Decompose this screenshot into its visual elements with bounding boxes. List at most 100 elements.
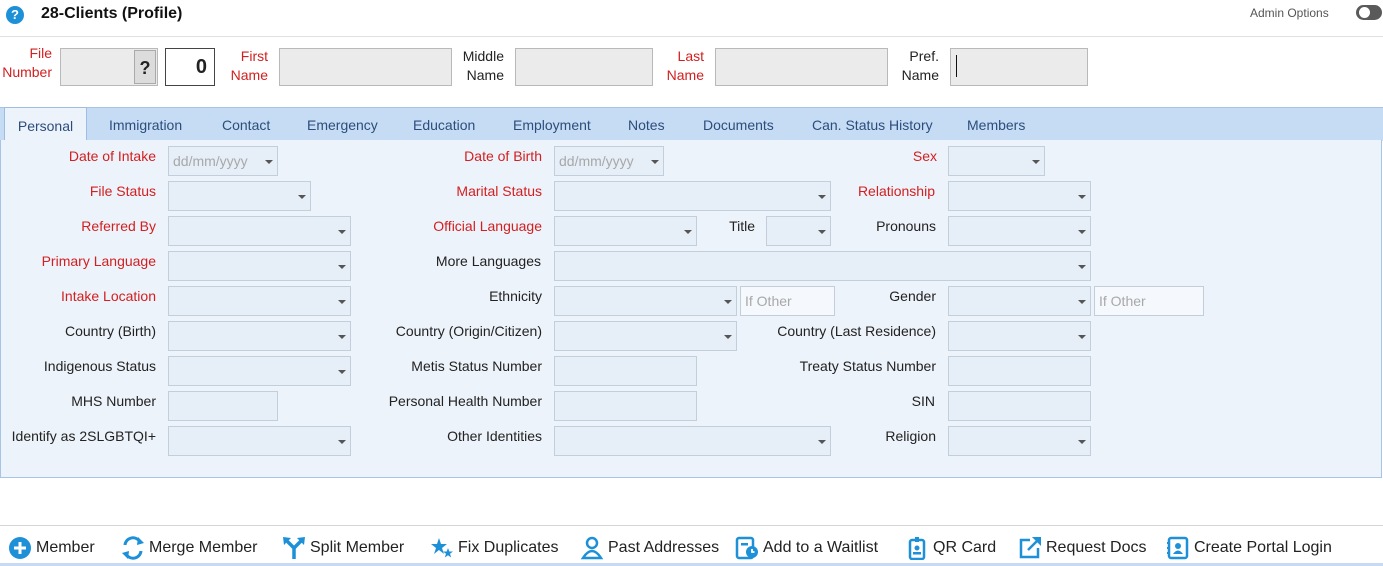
contact-book-icon (1167, 536, 1189, 560)
toggle-knob (1359, 7, 1370, 18)
chevron-down-icon (338, 440, 346, 444)
merge-member-button[interactable]: Merge Member (121, 535, 257, 561)
file-count-field[interactable]: 0 (165, 48, 215, 86)
tab-notes[interactable]: Notes (628, 107, 665, 140)
plus-circle-icon (9, 537, 31, 559)
official-language-select[interactable] (554, 216, 697, 246)
admin-options-label: Admin Options (1250, 6, 1329, 20)
merge-member-label: Merge Member (149, 539, 258, 556)
sin-input[interactable] (948, 391, 1091, 421)
ethnicity-label: Ethnicity (489, 288, 542, 304)
tab-contact[interactable]: Contact (222, 107, 270, 140)
create-portal-login-button[interactable]: Create Portal Login (1166, 535, 1332, 561)
title-label: Title (729, 218, 755, 234)
ethnicity-select[interactable] (554, 286, 737, 316)
tab-members[interactable]: Members (967, 107, 1025, 140)
chevron-down-icon (338, 265, 346, 269)
intake-location-select[interactable] (168, 286, 351, 316)
request-docs-button[interactable]: Request Docs (1018, 535, 1147, 561)
add-member-button[interactable]: Member (8, 535, 95, 561)
religion-select[interactable] (948, 426, 1091, 456)
country-birth-select[interactable] (168, 321, 351, 351)
country-origin-select[interactable] (554, 321, 737, 351)
split-member-button[interactable]: Split Member (282, 535, 404, 561)
tab-can-status-history[interactable]: Can. Status History (812, 107, 933, 140)
chevron-down-icon (1032, 160, 1040, 164)
personal-health-number-label: Personal Health Number (388, 393, 542, 409)
country-birth-label: Country (Birth) (64, 323, 156, 339)
sex-select[interactable] (948, 146, 1045, 176)
relationship-select[interactable] (948, 181, 1091, 211)
chevron-down-icon (265, 160, 273, 164)
primary-language-label: Primary Language (41, 253, 156, 269)
past-addresses-label: Past Addresses (608, 539, 720, 556)
fix-duplicates-label: Fix Duplicates (458, 539, 559, 556)
intake-location-label: Intake Location (61, 288, 156, 304)
identify-2slgbtqi-select[interactable] (168, 426, 351, 456)
primary-language-select[interactable] (168, 251, 351, 281)
pronouns-select[interactable] (948, 216, 1091, 246)
chevron-down-icon (1078, 195, 1086, 199)
metis-status-label: Metis Status Number (411, 358, 542, 374)
chevron-down-icon (724, 335, 732, 339)
id-badge-icon (908, 537, 926, 560)
gender-select[interactable] (948, 286, 1091, 316)
first-name-label: First Name (230, 48, 268, 83)
pref-name-input[interactable] (950, 48, 1088, 86)
merge-arrows-icon (122, 536, 144, 560)
toolbar-divider (0, 525, 1383, 526)
file-number-label: File Number (2, 45, 52, 80)
help-icon[interactable]: ? (6, 6, 24, 24)
indigenous-status-select[interactable] (168, 356, 351, 386)
date-of-birth-label: Date of Birth (464, 148, 542, 164)
middle-name-input[interactable] (515, 48, 653, 86)
mhs-number-input[interactable] (168, 391, 278, 421)
file-status-label: File Status (89, 183, 156, 199)
marital-status-label: Marital Status (456, 183, 542, 199)
tab-documents[interactable]: Documents (703, 107, 774, 140)
chevron-down-icon (298, 195, 306, 199)
metis-status-input[interactable] (554, 356, 697, 386)
create-portal-login-label: Create Portal Login (1194, 539, 1332, 556)
date-placeholder: dd/mm/yyyy (559, 153, 634, 169)
more-languages-label: More Languages (435, 253, 541, 269)
tab-emergency[interactable]: Emergency (307, 107, 378, 140)
chevron-down-icon (684, 230, 692, 234)
country-origin-label: Country (Origin/Citizen) (395, 323, 542, 339)
chevron-down-icon (1078, 300, 1086, 304)
religion-label: Religion (885, 428, 936, 444)
date-of-birth-picker[interactable]: dd/mm/yyyy (554, 146, 664, 176)
file-number-lookup-button[interactable]: ? (134, 50, 156, 84)
chevron-down-icon (338, 300, 346, 304)
tab-employment[interactable]: Employment (513, 107, 591, 140)
country-last-residence-label: Country (Last Residence) (777, 323, 936, 339)
referred-by-select[interactable] (168, 216, 351, 246)
treaty-status-input[interactable] (948, 356, 1091, 386)
personal-health-number-input[interactable] (554, 391, 697, 421)
qr-card-button[interactable]: QR Card (905, 535, 996, 561)
add-to-waitlist-label: Add to a Waitlist (763, 539, 879, 556)
middle-name-label: Middle Name (462, 48, 504, 83)
first-name-input[interactable] (279, 48, 452, 86)
tab-personal[interactable]: Personal (4, 107, 87, 140)
chevron-down-icon (1078, 440, 1086, 444)
file-status-select[interactable] (168, 181, 311, 211)
text-cursor (956, 55, 957, 77)
chevron-down-icon (338, 370, 346, 374)
add-to-waitlist-button[interactable]: Add to a Waitlist (735, 535, 878, 561)
chevron-down-icon (1078, 265, 1086, 269)
tab-immigration[interactable]: Immigration (109, 107, 182, 140)
last-name-input[interactable] (715, 48, 888, 86)
official-language-label: Official Language (433, 218, 542, 234)
country-last-residence-select[interactable] (948, 321, 1091, 351)
past-addresses-button[interactable]: Past Addresses (580, 535, 719, 561)
admin-options-toggle[interactable] (1356, 5, 1382, 20)
gender-label: Gender (889, 288, 936, 304)
gender-if-other-input[interactable]: If Other (1094, 286, 1204, 316)
date-of-intake-picker[interactable]: dd/mm/yyyy (168, 146, 278, 176)
more-languages-select[interactable] (554, 251, 1091, 281)
fix-duplicates-button[interactable]: Fix Duplicates (430, 535, 558, 561)
treaty-status-label: Treaty Status Number (799, 358, 936, 374)
header-divider (0, 36, 1383, 37)
tab-education[interactable]: Education (413, 107, 475, 140)
